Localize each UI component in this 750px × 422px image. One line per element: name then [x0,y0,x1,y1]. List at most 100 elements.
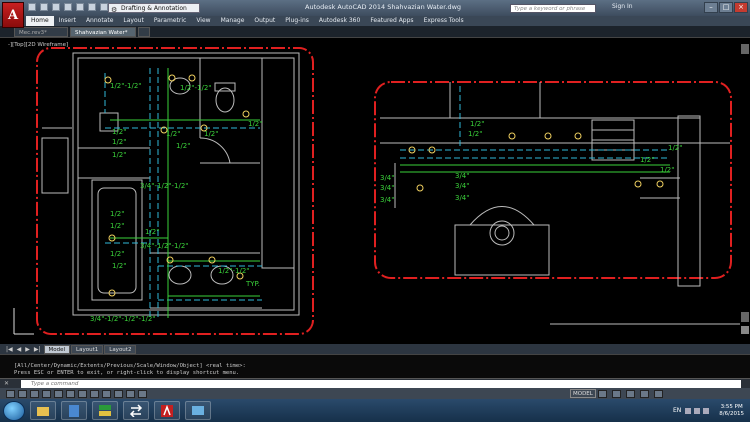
new-tab-button[interactable] [138,27,150,37]
svg-text:3/4": 3/4" [455,182,470,190]
svg-text:1/2": 1/2" [176,142,191,150]
snap-icon[interactable] [6,389,15,398]
status-right: MODEL [570,389,666,398]
svg-text:1/2": 1/2" [668,144,683,152]
tab-view[interactable]: View [191,16,215,26]
tab-layout2[interactable]: Layout2 [104,344,137,354]
dyn-icon[interactable] [90,389,99,398]
last-layout-icon[interactable]: ▶| [32,346,43,353]
tray-icons[interactable] [685,406,715,416]
taskbar-autocad[interactable] [154,401,180,420]
lineweight-icon[interactable] [102,389,111,398]
annotation-scale-icon[interactable] [611,389,621,398]
svg-text:1/2": 1/2" [248,120,263,128]
tab-output[interactable]: Output [249,16,280,26]
doc-tab-mec[interactable]: Mec.rev3* [14,27,68,37]
quick-properties-icon[interactable] [126,389,135,398]
first-layout-icon[interactable]: |◀ [4,346,15,353]
tab-home[interactable]: Home [26,16,54,26]
drawing-svg: 1/2"-1/2" 1/2"-1/2" 1/2" 1/2" 1/2" 1/2" … [13,47,740,335]
language-indicator[interactable]: EN [673,407,681,414]
svg-text:1/2": 1/2" [112,138,127,146]
system-tray: EN 3:55 PM 8/6/2015 [673,399,750,422]
taskbar-word[interactable] [61,401,87,420]
drawing-canvas[interactable]: -][Top][2D Wireframe] 1/2"-1/2" 1/2"-1/2… [0,38,750,344]
undo-icon[interactable] [88,3,96,11]
lock-icon[interactable] [639,389,649,398]
gear-icon: ⚙ [111,6,118,14]
layout-tabs-bar: |◀ ◀ ▶ ▶| Model Layout1 Layout2 [0,344,750,354]
search-input[interactable]: Type a keyword or phrase [510,4,596,13]
new-file-icon[interactable] [28,3,36,11]
tab-layout[interactable]: Layout [118,16,148,26]
title-bar: A ⚙ Drafting & Annotation Autodesk AutoC… [0,0,750,28]
workspace-switch-icon[interactable] [625,389,635,398]
redo-icon[interactable] [100,3,108,11]
tab-layout1[interactable]: Layout1 [71,344,104,354]
tab-annotate[interactable]: Annotate [81,16,118,26]
taskbar-explorer[interactable] [30,401,56,420]
close-command-icon[interactable]: ✕ [4,380,9,387]
document-tabs: Mec.rev3* Shahvazian Water* [0,26,750,38]
doc-tab-shahvazian[interactable]: Shahvazian Water* [70,27,136,37]
system-clock[interactable]: 3:55 PM 8/6/2015 [719,404,744,418]
otrack-icon[interactable] [66,389,75,398]
status-bar: MODEL [0,388,750,399]
tab-model[interactable]: Model [43,344,71,354]
svg-text:1/2": 1/2" [660,166,675,174]
svg-text:1/2": 1/2" [112,262,127,270]
svg-text:1/2": 1/2" [145,228,160,236]
selection-cycling-icon[interactable] [138,389,147,398]
sign-in-link[interactable]: Sign In [612,3,633,10]
tab-featured-apps[interactable]: Featured Apps [365,16,418,26]
autocad-icon [161,404,173,417]
tab-insert[interactable]: Insert [54,16,81,26]
svg-text:1/2"-1/2": 1/2"-1/2" [110,82,142,90]
svg-text:1/2": 1/2" [112,151,127,159]
save-as-icon[interactable] [64,3,72,11]
print-icon[interactable] [76,3,84,11]
start-button[interactable] [3,400,25,421]
tab-autodesk-360[interactable]: Autodesk 360 [314,16,365,26]
app-icon [99,405,111,416]
svg-text:1/2": 1/2" [110,210,125,218]
svg-text:1/2": 1/2" [112,128,127,136]
svg-text:3/4"-1/2"-1/2": 3/4"-1/2"-1/2" [140,182,189,190]
quick-view-icon[interactable] [597,389,607,398]
document-icon [69,405,79,417]
application-menu-button[interactable]: A [2,2,24,28]
tab-manage[interactable]: Manage [216,16,250,26]
tab-parametric[interactable]: Parametric [149,16,192,26]
command-input[interactable] [21,379,742,388]
close-button[interactable]: × [734,2,748,13]
fixtures-yellow-right [408,132,664,192]
model-space-button[interactable]: MODEL [570,389,596,398]
polar-icon[interactable] [42,389,51,398]
svg-text:1/2": 1/2" [204,130,219,138]
osnap-icon[interactable] [54,389,63,398]
next-layout-icon[interactable]: ▶ [23,346,32,353]
workspace-dropdown[interactable]: ⚙ Drafting & Annotation [108,3,200,14]
transparency-icon[interactable] [114,389,123,398]
open-file-icon[interactable] [40,3,48,11]
svg-text:1/2": 1/2" [640,156,655,164]
grid-icon[interactable] [18,389,27,398]
pipes-green-right [400,164,670,173]
maximize-button[interactable]: □ [719,2,733,13]
ducs-icon[interactable] [78,389,87,398]
tab-express-tools[interactable]: Express Tools [419,16,469,26]
minimize-button[interactable]: – [704,2,718,13]
svg-text:3/4"-1/2"-1/2"-1/2": 3/4"-1/2"-1/2"-1/2" [90,315,156,323]
taskbar-app[interactable] [92,401,118,420]
svg-text:3/4": 3/4" [380,174,395,182]
prev-layout-icon[interactable]: ◀ [15,346,24,353]
save-icon[interactable] [52,3,60,11]
taskbar-transfer[interactable] [123,401,149,420]
clean-screen-icon[interactable] [653,389,663,398]
tab-plug-ins[interactable]: Plug-ins [280,16,314,26]
window-title: Autodesk AutoCAD 2014 Shahvazian Water.d… [305,3,462,11]
navigation-bar[interactable] [740,42,750,342]
taskbar-display[interactable] [185,401,211,420]
svg-text:1/2": 1/2" [110,250,125,258]
ortho-icon[interactable] [30,389,39,398]
